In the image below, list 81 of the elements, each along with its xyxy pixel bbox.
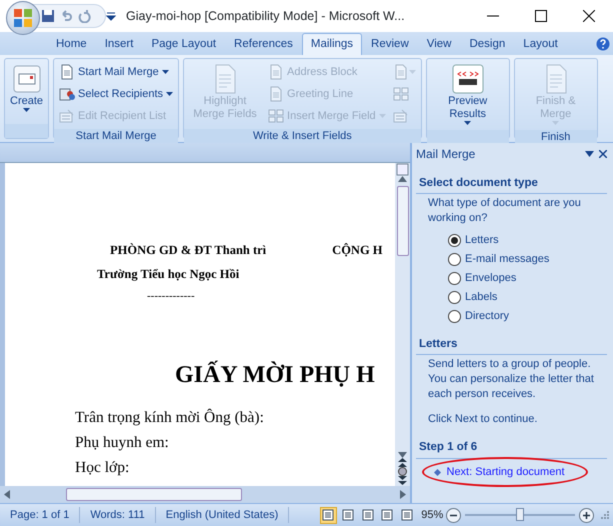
scroll-left-icon[interactable] [4,490,10,499]
radio-button[interactable] [448,291,461,304]
status-text: Words: 111 [80,506,156,524]
document-text: Học lớp: [75,458,130,477]
section-heading: Step 1 of 6 [416,437,607,458]
ribbon-tab[interactable]: Layout [514,33,567,55]
radio-button[interactable] [448,272,461,285]
document-text: PHÒNG GD & ĐT Thanh trì [110,242,266,259]
section-heading: Select document type [416,173,607,194]
ribbon-button[interactable]: Start Mail Merge [57,61,176,83]
document-text: Trân trọng kính mời Ông (bà): [75,408,265,427]
maximize-icon[interactable] [535,10,547,22]
abc-preview-icon [450,63,485,95]
pane-text: Click Next to continue. [427,412,538,428]
zoom-in-icon[interactable] [579,508,594,522]
document-type-option[interactable]: Directory [416,307,510,326]
document-text: ------------- [147,288,196,304]
grid-icon [392,86,409,102]
document-icon [59,64,76,80]
previous-page-icon[interactable] [398,458,407,467]
radio-button[interactable] [448,253,461,266]
status-text: English (United States) [156,506,290,524]
next-step-link[interactable]: Next: Starting document [446,464,565,480]
ribbon-tab[interactable]: Mailings [302,33,362,55]
pane-text: What type of document are you working on? [427,196,582,226]
group-label: Write & Insert Fields [184,129,421,143]
pane-title: Mail Merge [416,146,476,163]
document-icon [268,64,284,80]
list-icon [59,108,76,124]
list-icon [392,108,409,124]
scroll-thumb[interactable] [66,488,242,501]
people-icon [59,86,76,102]
document-type-option[interactable]: Letters [416,231,499,250]
ribbon-tab[interactable]: Insert [96,33,142,55]
scroll-right-icon[interactable] [400,490,406,499]
ribbon-tab[interactable]: Design [460,33,514,55]
group-caption-bar [5,124,48,138]
ribbon-button[interactable]: Select Recipients [57,83,176,105]
close-icon[interactable] [599,150,607,158]
document-type-option[interactable]: Envelopes [416,269,516,288]
document-icon [392,64,409,80]
scroll-down-icon[interactable] [398,452,407,458]
ribbon-tab[interactable]: Page Layout [142,33,226,55]
radio-button[interactable] [448,310,461,323]
scroll-thumb[interactable] [396,186,408,256]
radio-button[interactable] [448,234,461,247]
document-text: CỘNG H [332,242,383,259]
view-button[interactable] [320,506,337,524]
zoom-level[interactable]: 95% [421,506,444,524]
help-icon[interactable] [596,36,610,51]
browse-object-icon[interactable] [398,467,407,476]
section-heading: Letters [416,334,607,356]
ribbon-tab[interactable]: View [418,33,460,55]
document-text: Trường Tiểu học Ngọc Hồi [97,266,240,283]
document-title: GIẤY MỜI PHỤ H [175,360,376,390]
status-text: Page: 1 of 1 [0,506,80,524]
zoom-out-icon[interactable] [446,508,461,522]
pane-text: Send letters to a group of people. You can personalize the letter that each person receives. [427,357,595,402]
group-label: Start Mail Merge [54,129,178,143]
dropdown-icon[interactable] [584,151,594,157]
customize-menu-icon[interactable] [106,11,116,21]
document-type-option[interactable]: E-mail messages [416,250,550,269]
close-icon[interactable] [583,10,595,22]
grid-icon [268,108,284,124]
ribbon-tab[interactable]: Home [47,33,96,55]
ribbon-tab[interactable]: Review [362,33,418,55]
office-button[interactable] [6,1,40,35]
document-type-option[interactable]: Labels [416,288,498,307]
resize-grip-icon [600,510,610,520]
document-icon [268,86,284,102]
office-logo-icon [12,7,34,29]
bullet-icon [434,468,441,476]
zoom-slider-thumb[interactable] [516,508,524,521]
document-text: Phụ huynh em: [75,433,170,452]
window-title: Giay-moi-hop [Compatibility Mode] - Microsoft W... [126,8,405,25]
group-label: Finish [514,130,597,144]
save-icon[interactable] [41,9,55,23]
ruler-toggle-icon[interactable] [396,163,409,176]
ribbon-tab[interactable]: References [225,33,302,55]
next-page-icon[interactable] [398,476,407,486]
envelope-icon [10,63,43,95]
